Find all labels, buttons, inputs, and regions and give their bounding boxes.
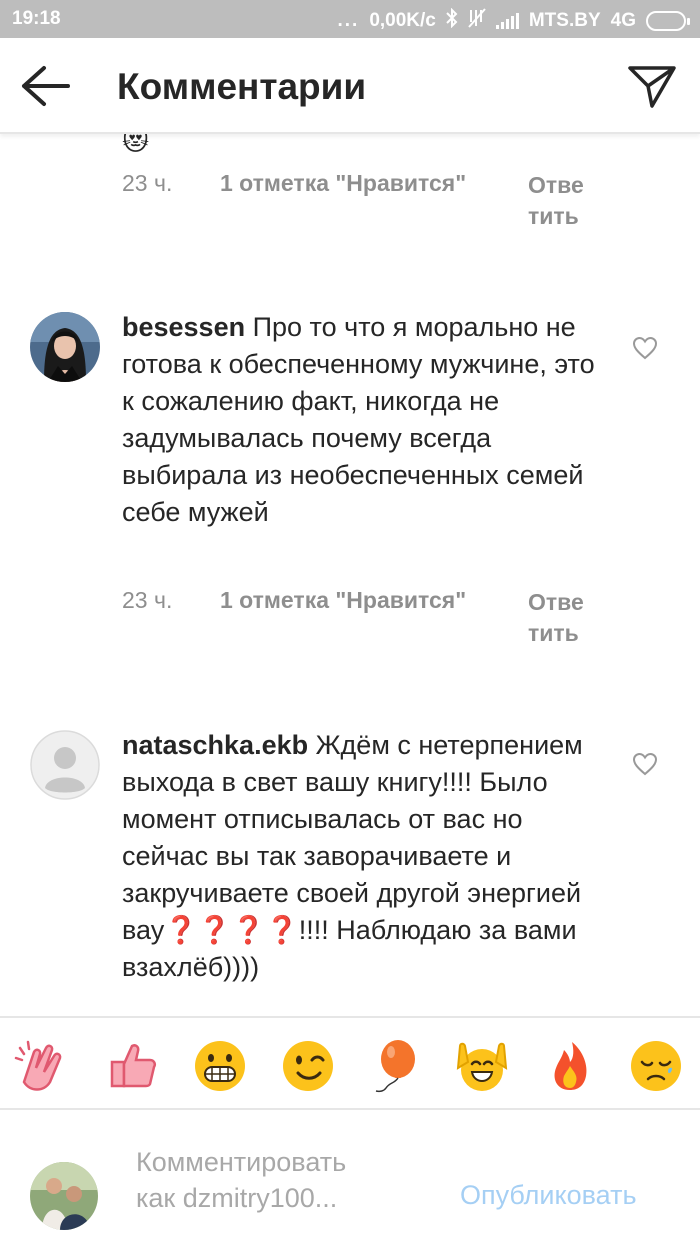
- comment-username[interactable]: nataschka.ekb: [122, 730, 308, 760]
- comment-text: Ждём с нетерпением выхода в свет вашу кн…: [122, 730, 583, 982]
- user-photo-icon: [30, 312, 100, 382]
- back-button[interactable]: [20, 64, 72, 108]
- emoji-thumbs-up-button[interactable]: [104, 1038, 160, 1094]
- raised-hands-icon: [456, 1042, 508, 1091]
- emoji-quick-bar: [0, 1016, 700, 1110]
- no-sound-icon: [468, 8, 486, 34]
- comment-emoji: 😻: [122, 134, 150, 156]
- default-avatar-icon: [30, 730, 100, 800]
- like-button[interactable]: [632, 336, 658, 360]
- comment-time: 23 ч.: [122, 170, 173, 196]
- comment-body: besessen Про то что я морально не готова…: [122, 309, 607, 531]
- disappointed-face-icon: [631, 1041, 681, 1091]
- comment-input-placeholder: Комментировать: [136, 1147, 347, 1177]
- comments-list[interactable]: 😻 23 ч. 1 отметка "Нравится" Ответить be…: [0, 134, 700, 1018]
- comment-text: Про то что я морально не готова к обеспе…: [122, 312, 595, 527]
- comment-input-account: как dzmitry100...: [136, 1183, 338, 1213]
- winking-face-icon: [283, 1041, 333, 1091]
- comment-body: nataschka.ekb Ждём с нетерпением выхода …: [122, 727, 607, 986]
- avatar[interactable]: [30, 730, 100, 800]
- comment-composer: Комментировать как dzmitry100... Опублик…: [0, 1110, 700, 1244]
- reply-button[interactable]: Ответить: [528, 170, 590, 232]
- comment-input[interactable]: Комментировать как dzmitry100...: [136, 1144, 436, 1216]
- network-speed: 0,00K/c: [369, 10, 436, 31]
- publish-button[interactable]: Опубликовать: [460, 1180, 637, 1211]
- carrier-name: MTS.BY: [528, 10, 601, 31]
- share-button[interactable]: [626, 62, 678, 110]
- status-indicators: ... 0,00K/c MTS.BY 4G: [337, 7, 690, 34]
- app-header: Комментарии: [0, 38, 700, 134]
- emoji-grin-button[interactable]: [192, 1038, 248, 1094]
- balloon-icon: [375, 1040, 415, 1093]
- avatar[interactable]: [30, 312, 100, 382]
- paper-plane-icon: [628, 66, 676, 108]
- status-time: 19:18: [12, 8, 61, 29]
- signal-icon: [495, 13, 519, 29]
- status-bar: 19:18 ... 0,00K/c MTS.BY 4G: [0, 0, 700, 38]
- comment-likes-link[interactable]: 1 отметка "Нравится": [220, 587, 466, 614]
- my-avatar: [30, 1162, 98, 1230]
- thumbs-up-icon: [110, 1044, 157, 1088]
- emoji-clap-button[interactable]: [14, 1038, 70, 1094]
- heart-icon: [632, 336, 658, 360]
- clapping-hands-icon: [14, 1040, 62, 1091]
- user-photo-icon: [30, 1162, 98, 1230]
- heart-icon: [632, 752, 658, 776]
- network-type: 4G: [610, 10, 636, 31]
- emoji-balloon-button[interactable]: [368, 1038, 424, 1094]
- emoji-raised-hands-button[interactable]: [454, 1038, 510, 1094]
- page-title: Комментарии: [117, 66, 367, 107]
- arrow-left-icon: [22, 66, 70, 106]
- comment-likes-link[interactable]: 1 отметка "Нравится": [220, 170, 466, 197]
- fire-icon: [554, 1042, 587, 1090]
- emoji-fire-button[interactable]: [542, 1038, 598, 1094]
- reply-button[interactable]: Ответить: [528, 587, 590, 649]
- status-dots: ...: [337, 10, 360, 31]
- comment-username[interactable]: besessen: [122, 312, 245, 342]
- emoji-sad-button[interactable]: [628, 1038, 684, 1094]
- like-button[interactable]: [632, 752, 658, 776]
- comment-time: 23 ч.: [122, 587, 173, 613]
- battery-icon: [646, 11, 690, 31]
- grinning-face-icon: [195, 1041, 245, 1091]
- emoji-wink-button[interactable]: [280, 1038, 336, 1094]
- bluetooth-icon: [446, 7, 458, 34]
